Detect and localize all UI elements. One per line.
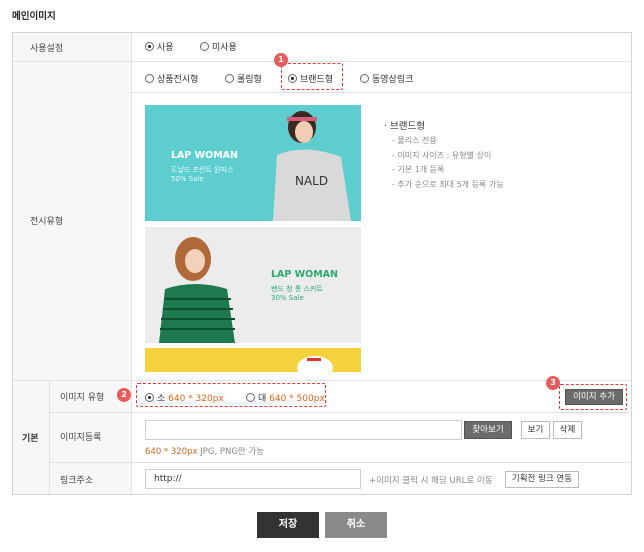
row-divider — [13, 380, 631, 381]
preview-banner-1: LAP WOMAN 도날드 프린트 원피스 50% Sale NALD — [145, 105, 361, 221]
preview-banner-2: LAP WOMAN 밴드 청 롱 스커트 30% Sale — [145, 227, 361, 343]
banner-2-model-illustration — [159, 237, 235, 343]
radio-circle — [145, 42, 154, 51]
section-title: 메인이미지 — [12, 11, 56, 22]
label-basic-group: 기본 — [22, 434, 39, 444]
banner-1-title: LAP WOMAN — [171, 150, 238, 161]
row-divider — [13, 61, 631, 62]
callout-marker-2: 2 — [117, 388, 131, 402]
preview-banner-3 — [145, 348, 361, 372]
description-line: - 추가 순으로 최대 5개 등록 가능 — [392, 180, 504, 189]
callout-marker-3: 3 — [546, 376, 560, 390]
description-line: - 풀리스 전용 — [392, 136, 437, 145]
radio-display-rolling[interactable]: 롤링형 — [225, 72, 262, 85]
callout-marker-1: 1 — [274, 53, 288, 67]
col-divider — [49, 381, 50, 494]
radio-circle — [200, 42, 209, 51]
radio-display-product[interactable]: 상품전시형 — [145, 72, 198, 85]
highlight-add-image — [559, 384, 627, 410]
radio-circle — [145, 74, 154, 83]
radio-usage-on[interactable]: 사용 — [145, 40, 174, 53]
highlight-image-type — [136, 383, 326, 407]
svg-text:NALD: NALD — [295, 174, 328, 188]
row-divider — [49, 412, 631, 413]
radio-usage-off[interactable]: 미사용 — [200, 40, 237, 53]
label-display-type: 전시유형 — [30, 217, 64, 227]
radio-circle — [225, 74, 234, 83]
radio-label: 사용 — [157, 43, 174, 53]
radio-label: 롤링형 — [237, 75, 262, 85]
label-link: 링크주소 — [60, 476, 94, 486]
exhibition-link-button[interactable]: 기획전 링크 연동 — [505, 471, 579, 488]
save-button[interactable]: 저장 — [257, 512, 319, 538]
radio-display-video[interactable]: 동영상링크 — [360, 72, 413, 85]
link-hint: +이미지 클릭 시 해당 URL로 이동 — [369, 476, 493, 486]
description-line: - 기본 1개 등록 — [392, 165, 445, 174]
radio-label: 동영상링크 — [372, 75, 414, 85]
image-size-hint: 640 * 320px JPG, PNG만 가능 — [145, 445, 264, 457]
banner-2-sale: 30% Sale — [271, 294, 304, 302]
radio-label: 상품전시형 — [157, 75, 199, 85]
radio-label: 미사용 — [212, 43, 237, 53]
delete-button[interactable]: 삭제 — [553, 421, 582, 439]
row-divider — [49, 462, 631, 463]
hint-format: JPG, PNG만 가능 — [197, 447, 265, 457]
banner-1-model-illustration: NALD — [273, 111, 351, 221]
description-heading: · 브랜드형 — [384, 121, 425, 132]
link-url-input[interactable]: http:// — [145, 469, 361, 489]
label-image-type: 이미지 유형 — [60, 393, 105, 403]
image-file-input[interactable] — [145, 420, 462, 440]
banner-1-sale: 50% Sale — [171, 175, 204, 183]
banner-3-hat-illustration — [297, 356, 333, 372]
row-divider — [131, 92, 631, 93]
find-file-button[interactable]: 찾아보기 — [464, 421, 512, 439]
description-line: - 이미지 사이즈 : 유형별 상이 — [392, 151, 492, 160]
banner-2-title: LAP WOMAN — [271, 269, 338, 280]
hint-size: 640 * 320px — [145, 447, 198, 457]
cancel-button[interactable]: 취소 — [325, 512, 387, 538]
label-usage: 사용설정 — [30, 44, 64, 54]
view-button[interactable]: 보기 — [521, 421, 550, 439]
radio-circle — [360, 74, 369, 83]
banner-2-subtitle: 밴드 청 롱 스커트 — [271, 285, 323, 293]
label-image-register: 이미지등록 — [60, 433, 102, 443]
highlight-brand-option — [281, 63, 343, 90]
banner-1-subtitle: 도날드 프린트 원피스 — [171, 166, 234, 174]
col-divider — [131, 33, 132, 494]
